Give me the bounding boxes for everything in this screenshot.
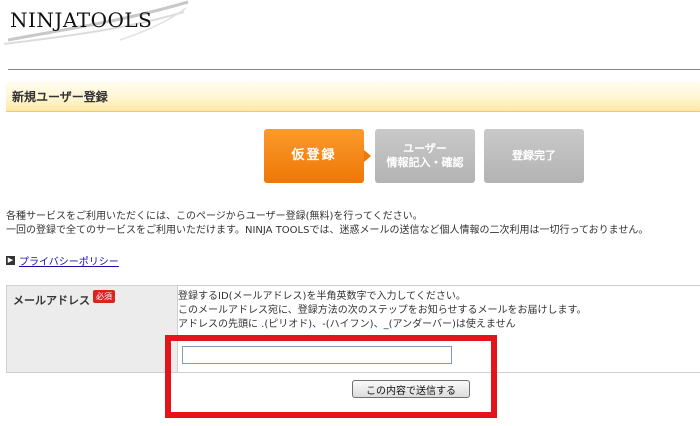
intro-text: 各種サービスをご利用いただくには、このページからユーザー登録(無料)を行ってくだ… — [6, 210, 648, 238]
step-label-line1: ユーザー — [403, 142, 447, 155]
email-instructions: 登録するID(メールアドレス)を半角英数字で入力してください。 このメールアドレ… — [178, 290, 587, 332]
arrow-right-icon: ▶ — [6, 256, 15, 265]
intro-line-1: 各種サービスをご利用いただくには、このページからユーザー登録(無料)を行ってくだ… — [6, 211, 423, 222]
required-badge: 必須 — [93, 290, 115, 303]
step-registration-complete: 登録完了 — [484, 129, 584, 183]
step-label: 登録完了 — [512, 149, 556, 162]
submit-button[interactable]: この内容で送信する — [352, 380, 470, 398]
privacy-policy-link[interactable]: プライバシーポリシー — [19, 253, 119, 268]
instruction-line-1: 登録するID(メールアドレス)を半角英数字で入力してください。 — [178, 291, 466, 302]
email-label-cell: メールアドレス 必須 — [7, 286, 178, 372]
page-title: 新規ユーザー登録 — [12, 90, 108, 104]
step-label: 仮登録 — [291, 148, 337, 163]
email-label: メールアドレス — [13, 294, 90, 307]
instruction-line-3: アドレスの先頭に .(ピリオド)、-(ハイフン)、_(アンダーバー)は使えません — [178, 319, 516, 330]
intro-line-2: 一回の登録で全てのサービスをご利用いただけます。NINJA TOOLSでは、迷惑… — [6, 225, 649, 236]
header-divider — [8, 69, 700, 70]
page-title-bar: 新規ユーザー登録 — [6, 81, 700, 112]
step-provisional-registration: 仮登録 — [264, 129, 364, 183]
step-label-line2: 情報記入・確認 — [386, 156, 464, 169]
step-arrow-icon — [364, 150, 371, 162]
privacy-policy-row: ▶ プライバシーポリシー — [6, 253, 119, 268]
site-logo[interactable]: NINJATOOLS — [10, 8, 152, 32]
step-label: ユーザー 情報記入・確認 — [387, 142, 464, 170]
step-user-info: ユーザー 情報記入・確認 — [375, 129, 475, 183]
email-input[interactable] — [182, 346, 452, 364]
instruction-line-2: このメールアドレス宛に、登録方法の次のステップをお知らせするメールをお届けします… — [178, 305, 587, 316]
